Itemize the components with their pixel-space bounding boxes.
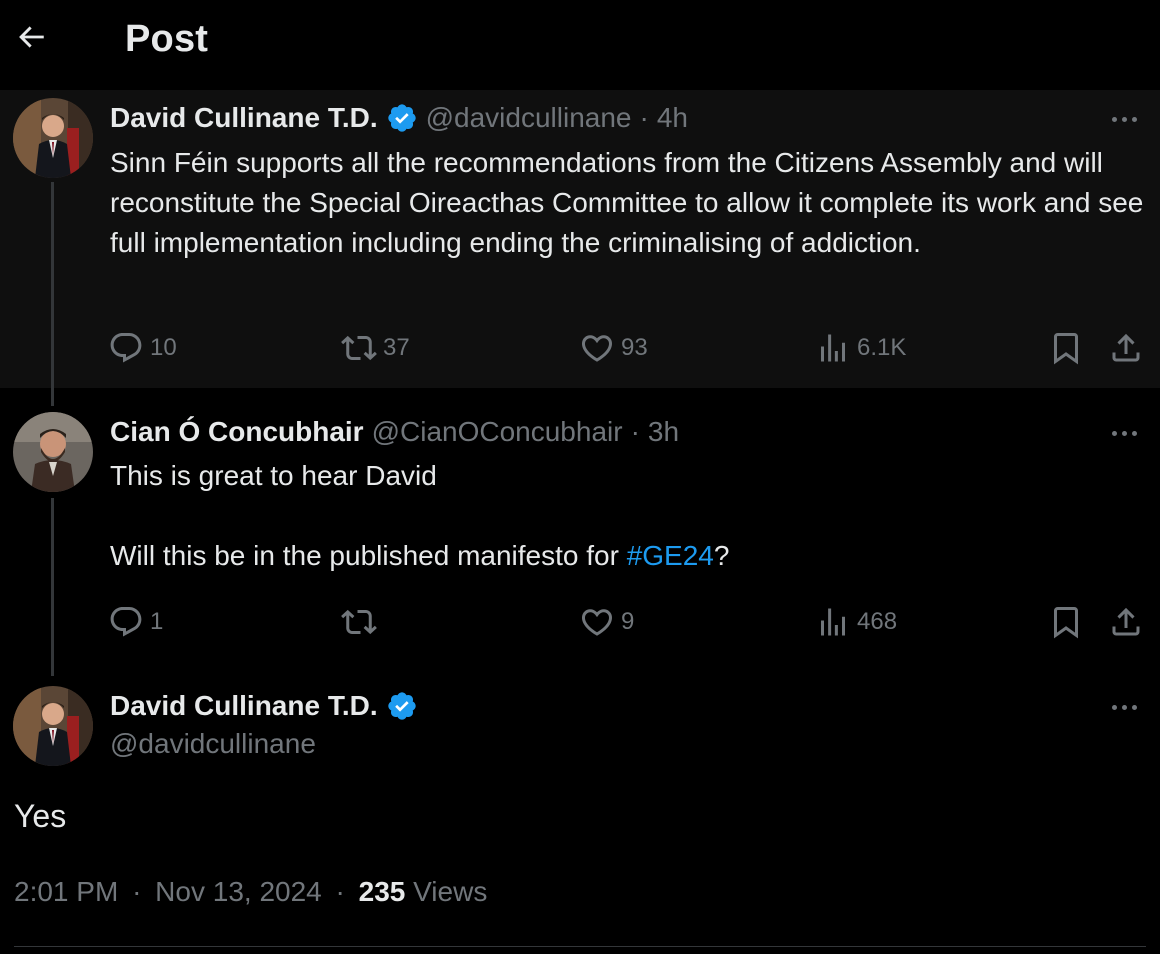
thread-line xyxy=(51,498,54,676)
repost-button[interactable] xyxy=(341,604,383,640)
page-title: Post xyxy=(125,18,209,60)
like-count: 93 xyxy=(621,334,648,361)
more-icon[interactable] xyxy=(1106,692,1142,722)
display-name[interactable]: David Cullinane T.D. xyxy=(110,102,378,134)
timestamp[interactable]: 4h xyxy=(657,102,688,134)
timestamp[interactable]: 3h xyxy=(648,416,679,448)
tweet-body-text: Will this be in the published manifesto … xyxy=(110,540,627,571)
avatar[interactable] xyxy=(13,98,93,178)
views-button[interactable]: 468 xyxy=(815,604,897,640)
views-icon xyxy=(821,608,845,636)
display-name[interactable]: David Cullinane T.D. xyxy=(110,690,378,722)
reply-button[interactable]: 1 xyxy=(108,604,163,640)
share-button[interactable] xyxy=(1108,330,1144,366)
more-icon[interactable] xyxy=(1106,418,1142,448)
avatar[interactable] xyxy=(13,412,93,492)
reply-count: 1 xyxy=(150,608,164,635)
like-button[interactable]: 9 xyxy=(579,604,634,640)
like-count: 9 xyxy=(621,608,635,635)
separator: · xyxy=(132,876,142,907)
author-row: David Cullinane T.D. @davidcullinane · 4… xyxy=(110,98,688,138)
action-bar: 1 9 468 xyxy=(108,604,1148,640)
separator: · xyxy=(335,876,345,907)
tweet-text: This is great to hear David Will this be… xyxy=(110,456,1150,576)
tweet-body-line: This is great to hear David xyxy=(110,460,437,491)
views-label: Views xyxy=(413,876,488,907)
reply-icon xyxy=(110,607,142,637)
header: Post xyxy=(0,0,1160,84)
bookmark-button[interactable] xyxy=(1048,330,1084,366)
avatar-david-icon xyxy=(13,98,93,178)
tweet-text: Sinn Féin supports all the recommendatio… xyxy=(110,143,1150,263)
repost-count: 37 xyxy=(383,334,410,361)
repost-button[interactable]: 37 xyxy=(341,330,410,366)
like-button[interactable]: 93 xyxy=(579,330,648,366)
reply-icon xyxy=(110,333,142,363)
hashtag-link[interactable]: #GE24 xyxy=(627,540,714,571)
post-time[interactable]: 2:01 PM xyxy=(14,876,118,907)
thread-tweet[interactable]: Cian Ó Concubhair @CianOConcubhair · 3h … xyxy=(0,400,1160,676)
handle[interactable]: @davidcullinane xyxy=(110,728,316,760)
heart-icon xyxy=(581,609,613,636)
verified-badge-icon xyxy=(386,102,418,134)
share-icon xyxy=(1112,607,1140,636)
tweet-body: Sinn Féin supports all the recommendatio… xyxy=(110,147,1152,258)
views-icon xyxy=(821,334,845,362)
views-count[interactable]: 235 xyxy=(359,876,406,907)
tweet-body-text: ? xyxy=(713,540,730,571)
thread-tweet[interactable]: David Cullinane T.D. @davidcullinane · 4… xyxy=(0,90,1160,388)
repost-icon xyxy=(341,609,377,635)
thread-line xyxy=(51,182,54,388)
arrow-left-icon xyxy=(19,26,44,48)
display-name[interactable]: Cian Ó Concubhair xyxy=(110,416,364,448)
divider xyxy=(14,946,1146,947)
share-button[interactable] xyxy=(1108,604,1144,640)
bookmark-icon xyxy=(1054,333,1078,365)
handle[interactable]: @davidcullinane xyxy=(426,102,632,134)
verified-badge-icon xyxy=(386,690,418,722)
post-meta: 2:01 PM · Nov 13, 2024 · 235 Views xyxy=(14,876,487,908)
separator: · xyxy=(639,102,649,133)
repost-icon xyxy=(341,335,377,361)
bookmark-button[interactable] xyxy=(1048,604,1084,640)
views-count: 6.1K xyxy=(857,334,907,361)
tweet-body-line: Will this be in the published manifesto … xyxy=(110,536,1150,576)
heart-icon xyxy=(581,335,613,362)
reply-button[interactable]: 10 xyxy=(108,330,177,366)
action-bar: 10 37 93 6.1K xyxy=(108,330,1148,366)
separator: · xyxy=(630,416,640,447)
reply-count: 10 xyxy=(150,334,177,361)
back-button[interactable] xyxy=(14,20,54,60)
share-icon xyxy=(1112,333,1140,362)
avatar-cian-icon xyxy=(13,412,93,492)
views-button[interactable]: 6.1K xyxy=(815,330,906,366)
post-date[interactable]: Nov 13, 2024 xyxy=(155,876,322,907)
more-icon[interactable] xyxy=(1106,104,1142,134)
views-count: 468 xyxy=(857,608,898,635)
main-post-text: Yes xyxy=(14,798,67,834)
handle[interactable]: @CianOConcubhair xyxy=(372,416,623,448)
avatar-david-icon xyxy=(13,686,93,766)
bookmark-icon xyxy=(1054,607,1078,639)
main-author-row: David Cullinane T.D. xyxy=(110,686,418,726)
author-row: Cian Ó Concubhair @CianOConcubhair · 3h xyxy=(110,412,679,452)
post-page: Post David Cullinane T.D. @davidcullinan… xyxy=(0,0,1160,954)
avatar[interactable] xyxy=(13,686,93,766)
